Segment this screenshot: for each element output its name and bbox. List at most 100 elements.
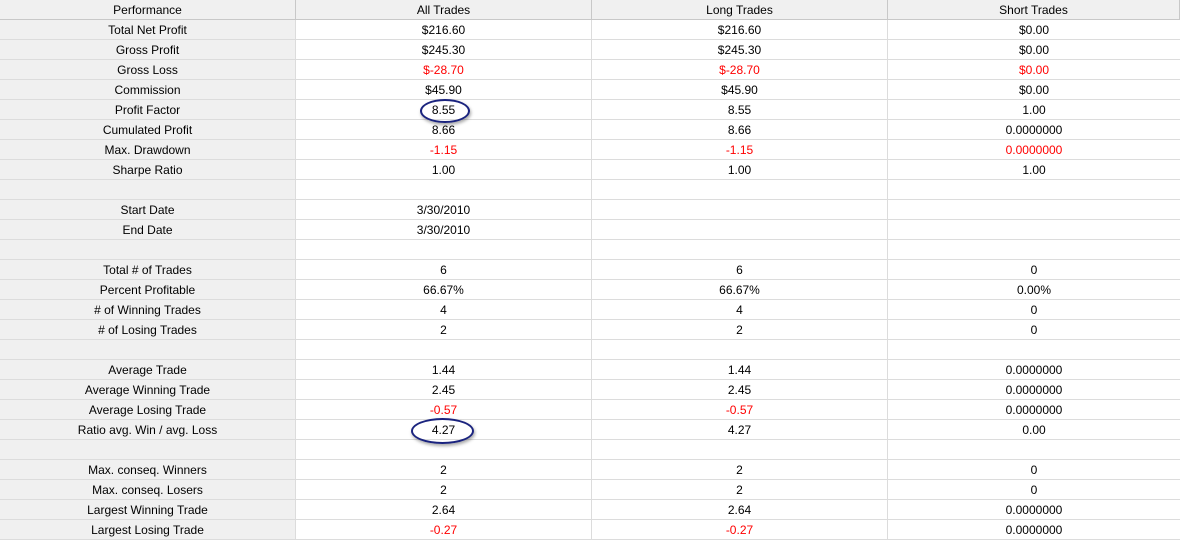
table-row[interactable]: Max. conseq. Losers 2 2 0 xyxy=(0,480,1180,500)
table-row[interactable]: Max. conseq. Winners 2 2 0 xyxy=(0,460,1180,480)
long-trades-value: 4 xyxy=(592,300,888,319)
table-row[interactable]: Gross Loss $-28.70 $-28.70 $0.00 xyxy=(0,60,1180,80)
column-header-long-trades[interactable]: Long Trades xyxy=(592,0,888,19)
row-label: # of Winning Trades xyxy=(0,300,296,319)
all-trades-value: $216.60 xyxy=(296,20,592,39)
row-label: Largest Winning Trade xyxy=(0,500,296,519)
row-label: Start Date xyxy=(0,200,296,219)
short-trades-value: 0 xyxy=(1030,483,1038,497)
table-row[interactable]: Total # of Trades 6 6 0 xyxy=(0,260,1180,280)
table-row[interactable]: Average Winning Trade 2.45 2.45 0.0000000 xyxy=(0,380,1180,400)
table-row[interactable]: Max. Drawdown -1.15 -1.15 0.0000000 xyxy=(0,140,1180,160)
short-trades-value: $0.00 xyxy=(1018,83,1050,97)
row-label: Percent Profitable xyxy=(0,280,296,299)
table-row[interactable]: Average Trade 1.44 1.44 0.0000000 xyxy=(0,360,1180,380)
row-label xyxy=(0,240,296,259)
all-trades-value: 2 xyxy=(296,320,592,339)
long-trades-value: 8.55 xyxy=(592,100,888,119)
all-trades-value: 8.55 xyxy=(296,100,592,119)
all-trades-value: -0.27 xyxy=(296,520,592,539)
table-row[interactable]: Total Net Profit $216.60 $216.60 $0.00 xyxy=(0,20,1180,40)
all-trades-value: 2 xyxy=(296,460,592,479)
long-trades-value: 2 xyxy=(592,460,888,479)
short-trades-value xyxy=(888,440,1180,459)
table-row[interactable]: Largest Losing Trade -0.27 -0.27 0.0000000 xyxy=(0,520,1180,540)
all-trades-value: $245.30 xyxy=(296,40,592,59)
long-trades-value: 1.44 xyxy=(592,360,888,379)
table-row[interactable]: Cumulated Profit 8.66 8.66 0.0000000 xyxy=(0,120,1180,140)
short-trades-value: $0.00 xyxy=(1018,23,1050,37)
table-row[interactable]: Largest Winning Trade 2.64 2.64 0.0000000 xyxy=(0,500,1180,520)
row-label: Sharpe Ratio xyxy=(0,160,296,179)
all-trades-value: -1.15 xyxy=(296,140,592,159)
table-row[interactable]: Start Date 3/30/2010 xyxy=(0,200,1180,220)
long-trades-value: $45.90 xyxy=(592,80,888,99)
table-row[interactable] xyxy=(0,440,1180,460)
all-trades-value: 2.64 xyxy=(296,500,592,519)
short-trades-value xyxy=(888,180,1180,199)
all-trades-value: 66.67% xyxy=(296,280,592,299)
long-trades-value: -0.27 xyxy=(592,520,888,539)
all-trades-value: 8.66 xyxy=(296,120,592,139)
short-trades-value xyxy=(888,200,1180,219)
long-trades-value: 2.45 xyxy=(592,380,888,399)
long-trades-value: 2 xyxy=(592,320,888,339)
all-trades-value: $-28.70 xyxy=(296,60,592,79)
long-trades-value: $216.60 xyxy=(592,20,888,39)
short-trades-value: 0.00 xyxy=(1022,423,1046,437)
row-label: Total Net Profit xyxy=(0,20,296,39)
table-row[interactable]: Gross Profit $245.30 $245.30 $0.00 xyxy=(0,40,1180,60)
row-label xyxy=(0,340,296,359)
table-row[interactable]: Average Losing Trade -0.57 -0.57 0.0000000 xyxy=(0,400,1180,420)
all-trades-value xyxy=(296,340,592,359)
long-trades-value: 2 xyxy=(592,480,888,499)
short-trades-value xyxy=(888,240,1180,259)
short-trades-value: 0 xyxy=(1030,263,1038,277)
column-header-all-trades[interactable]: All Trades xyxy=(296,0,592,19)
short-trades-value: 0 xyxy=(1030,303,1038,317)
table-row[interactable]: # of Winning Trades 4 4 0 xyxy=(0,300,1180,320)
row-label: Ratio avg. Win / avg. Loss xyxy=(0,420,296,439)
short-trades-value: 0 xyxy=(1030,323,1038,337)
long-trades-value: -1.15 xyxy=(592,140,888,159)
short-trades-value: 0.0000000 xyxy=(1005,403,1063,417)
table-row[interactable] xyxy=(0,240,1180,260)
column-header-short-trades[interactable]: Short Trades xyxy=(888,0,1180,19)
long-trades-value xyxy=(592,240,888,259)
all-trades-value xyxy=(296,180,592,199)
all-trades-value: $45.90 xyxy=(296,80,592,99)
row-label: Cumulated Profit xyxy=(0,120,296,139)
short-trades-value: 1.00 xyxy=(1022,163,1046,177)
all-trades-value: 3/30/2010 xyxy=(296,200,592,219)
table-row[interactable] xyxy=(0,180,1180,200)
table-row[interactable]: # of Losing Trades 2 2 0 xyxy=(0,320,1180,340)
table-row[interactable]: Ratio avg. Win / avg. Loss 4.27 4.27 0.00 xyxy=(0,420,1180,440)
long-trades-value: 66.67% xyxy=(592,280,888,299)
long-trades-value: 6 xyxy=(592,260,888,279)
row-label: Gross Profit xyxy=(0,40,296,59)
column-header-performance[interactable]: Performance xyxy=(0,0,296,19)
short-trades-value xyxy=(888,340,1180,359)
row-label: Gross Loss xyxy=(0,60,296,79)
table-row[interactable]: End Date 3/30/2010 xyxy=(0,220,1180,240)
table-row[interactable] xyxy=(0,340,1180,360)
short-trades-value: 0 xyxy=(1030,463,1038,477)
row-label: Profit Factor xyxy=(0,100,296,119)
row-label: Commission xyxy=(0,80,296,99)
table-row[interactable]: Profit Factor 8.55 8.55 1.00 xyxy=(0,100,1180,120)
short-trades-value: 0.00% xyxy=(1016,283,1052,297)
row-label: End Date xyxy=(0,220,296,239)
short-trades-value: $0.00 xyxy=(1018,43,1050,57)
all-trades-value: 3/30/2010 xyxy=(296,220,592,239)
table-row[interactable]: Commission $45.90 $45.90 $0.00 xyxy=(0,80,1180,100)
all-trades-value: -0.57 xyxy=(296,400,592,419)
table-row[interactable]: Sharpe Ratio 1.00 1.00 1.00 xyxy=(0,160,1180,180)
short-trades-value: 1.00 xyxy=(1022,103,1046,117)
row-label xyxy=(0,180,296,199)
long-trades-value: $-28.70 xyxy=(592,60,888,79)
all-trades-value: 1.00 xyxy=(296,160,592,179)
all-trades-value xyxy=(296,240,592,259)
table-row[interactable]: Percent Profitable 66.67% 66.67% 0.00% xyxy=(0,280,1180,300)
row-label: Largest Losing Trade xyxy=(0,520,296,539)
long-trades-value: 8.66 xyxy=(592,120,888,139)
